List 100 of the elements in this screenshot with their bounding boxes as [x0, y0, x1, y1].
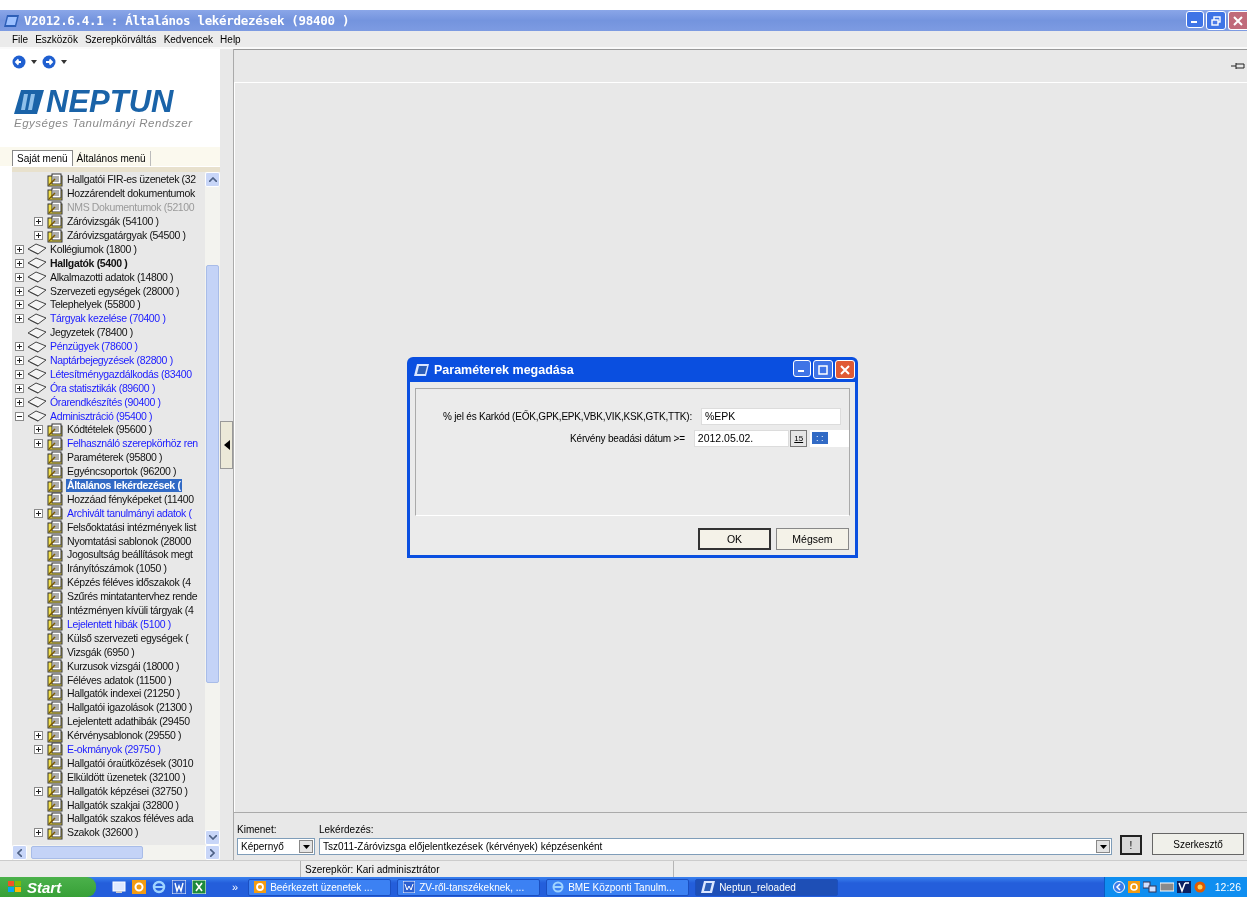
network-icon[interactable]: [1142, 881, 1157, 893]
tree-item[interactable]: Szűrés mintatantervhez rende: [66, 590, 199, 604]
query-select[interactable]: Tsz011-Záróvizsga előjelentkezések (kérvények) képzésenként: [319, 838, 1112, 855]
tree-item[interactable]: Pénzügyek (78600 ): [49, 340, 139, 354]
time-field[interactable]: : :: [810, 429, 849, 447]
pin-icon[interactable]: [1231, 62, 1245, 70]
taskbar-button[interactable]: BME Központi Tanulm...: [546, 878, 690, 896]
tree-item[interactable]: Adminisztráció (95400 ): [49, 409, 154, 423]
tree-item[interactable]: Vizsgák (6950 ): [66, 645, 136, 659]
tree-item[interactable]: E-okmányok (29750 ): [66, 742, 162, 756]
tree-item[interactable]: Felhasználó szerepkörhöz ren: [66, 437, 199, 451]
tree-item[interactable]: Hozzárendelt dokumentumok: [66, 187, 196, 201]
spreadsheet-app-icon[interactable]: [192, 880, 206, 894]
scroll-left-button[interactable]: [12, 845, 27, 860]
tree-item[interactable]: Szervezeti egységek (28000 ): [49, 284, 181, 298]
expand-toggle[interactable]: [34, 425, 43, 435]
tree-item[interactable]: Hallgatói FIR-es üzenetek (32: [66, 173, 197, 187]
scroll-thumb[interactable]: [206, 265, 219, 683]
tree-item[interactable]: Szakok (32600 ): [66, 826, 140, 840]
tree-item[interactable]: Általános lekérdezések (: [66, 479, 182, 493]
scroll-down-button[interactable]: [205, 830, 220, 845]
tree-item[interactable]: Jegyzetek (78400 ): [49, 326, 134, 340]
tree-item[interactable]: Felsőoktatási intézmények list: [66, 520, 197, 534]
tree-item[interactable]: Képzés féléves időszakok (4: [66, 576, 192, 590]
collapse-handle[interactable]: [220, 421, 233, 469]
tree-item[interactable]: Intézményen kívüli tárgyak (4: [66, 604, 195, 618]
expand-toggle[interactable]: [34, 786, 43, 796]
expand-toggle[interactable]: [15, 286, 24, 296]
tree-item[interactable]: Alkalmazotti adatok (14800 ): [49, 270, 175, 284]
tree-item[interactable]: Hallgatói óraütközések (3010: [66, 756, 195, 770]
back-icon[interactable]: [12, 55, 26, 69]
tree-item[interactable]: Féléves adatok (11500 ): [66, 673, 173, 687]
minimize-button[interactable]: [1186, 11, 1204, 28]
tree-item[interactable]: Irányítószámok (1050 ): [66, 562, 168, 576]
expand-toggle[interactable]: [15, 369, 24, 379]
tree-item[interactable]: Hallgatói igazolások (21300 ): [66, 701, 194, 715]
run-button[interactable]: !: [1120, 835, 1142, 855]
tree-item[interactable]: Lejelentett hibák (5100 ): [66, 617, 172, 631]
dialog-button[interactable]: Mégsem: [776, 528, 849, 550]
restore-button[interactable]: [1206, 11, 1226, 30]
tree-item[interactable]: Záróvizsgatárgyak (54500 ): [66, 229, 187, 242]
menu-item[interactable]: Kedvencek: [163, 33, 214, 45]
minimize-button[interactable]: [793, 360, 811, 377]
close-button[interactable]: [835, 360, 855, 379]
tree-item[interactable]: Elküldött üzenetek (32100 ): [66, 770, 187, 784]
expand-toggle[interactable]: [34, 508, 43, 518]
expand-toggle[interactable]: [34, 731, 43, 741]
tree-item[interactable]: Óra statisztikák (89600 ): [49, 381, 157, 395]
tree-item[interactable]: Hallgatók indexei (21250 ): [66, 687, 181, 701]
expand-toggle[interactable]: [15, 272, 24, 282]
tree-item[interactable]: Kollégiumok (1800 ): [49, 242, 138, 256]
editor-button[interactable]: Szerkesztő: [1152, 833, 1244, 855]
expand-toggle[interactable]: [34, 828, 43, 838]
taskbar-button[interactable]: Beérkezett üzenetek ...: [248, 878, 392, 896]
expand-toggle[interactable]: [34, 231, 43, 240]
expand-toggle[interactable]: [15, 356, 24, 365]
date-field[interactable]: 2012.05.02.: [693, 429, 790, 447]
expand-toggle[interactable]: [15, 244, 24, 254]
expand-toggle[interactable]: [15, 314, 24, 324]
expand-toggle[interactable]: [15, 342, 24, 352]
tree-item[interactable]: Naptárbejegyzések (82800 ): [49, 354, 174, 367]
menu-tab[interactable]: Saját menü: [12, 150, 73, 166]
menu-item[interactable]: Help: [220, 33, 241, 45]
expand-toggle[interactable]: [15, 411, 24, 421]
taskbar-button[interactable]: Neptun_reloaded: [695, 878, 839, 896]
menu-tab[interactable]: Általános menü: [72, 151, 151, 166]
forward-icon[interactable]: [42, 55, 56, 69]
desktop-icon[interactable]: [112, 880, 126, 894]
text-field[interactable]: %EPK: [701, 407, 841, 425]
expand-toggle[interactable]: [34, 744, 43, 754]
tree-item[interactable]: Külső szervezeti egységek (: [66, 631, 190, 645]
tree-item[interactable]: Záróvizsgák (54100 ): [66, 215, 160, 229]
scroll-up-button[interactable]: [205, 172, 220, 187]
tray-app-icon[interactable]: [1176, 881, 1191, 893]
expand-toggle[interactable]: [15, 397, 24, 407]
tree-item[interactable]: Hallgatók szakjai (32800 ): [66, 798, 180, 812]
word-app-icon[interactable]: [172, 880, 186, 894]
calendar-button[interactable]: 15: [790, 429, 807, 447]
tree-item[interactable]: Jogosultság beállítások megt: [66, 548, 194, 562]
tree-item[interactable]: Lejelentett adathibák (29450: [66, 715, 191, 729]
tree-item[interactable]: Létesítménygazdálkodás (83400: [49, 367, 193, 381]
scroll-right-button[interactable]: [205, 845, 220, 860]
tree-item[interactable]: Hozzáad fényképeket (11400: [66, 492, 195, 506]
menu-item[interactable]: File: [12, 33, 29, 45]
tree-item[interactable]: Archivált tanulmányi adatok (: [66, 506, 193, 520]
browser-icon[interactable]: [152, 880, 166, 894]
tree-item[interactable]: Tárgyak kezelése (70400 ): [49, 312, 167, 326]
expand-toggle[interactable]: [34, 439, 43, 449]
dialog-button[interactable]: OK: [698, 528, 771, 550]
taskbar-button[interactable]: ZV-ről-tanszékeknek, ...: [397, 878, 541, 896]
dropdown-caret-icon[interactable]: [61, 60, 67, 64]
tree-item[interactable]: Kérvénysablonok (29550 ): [66, 729, 183, 743]
tree-item[interactable]: Órarendkészítés (90400 ): [49, 395, 162, 409]
tree-item[interactable]: Kódtételek (95600 ): [66, 423, 153, 437]
menu-item[interactable]: Eszközök: [35, 33, 78, 45]
expand-toggle[interactable]: [34, 217, 43, 227]
tree-item[interactable]: Hallgatók (5400 ): [49, 256, 129, 270]
tree-item[interactable]: Paraméterek (95800 ): [66, 451, 164, 465]
tree-item[interactable]: Telephelyek (55800 ): [49, 298, 142, 312]
expand-toggle[interactable]: [15, 383, 24, 393]
